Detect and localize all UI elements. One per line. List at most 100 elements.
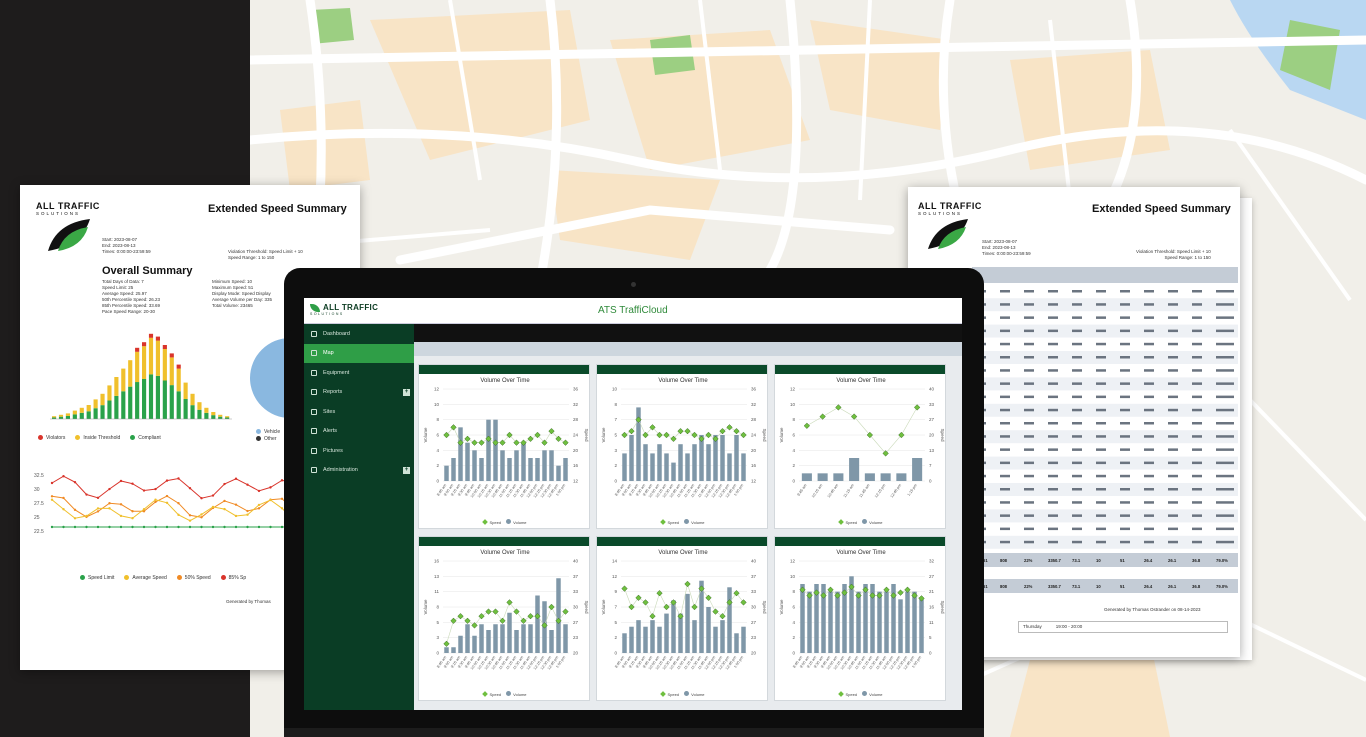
sidebar-item-pictures[interactable]: Pictures [304,441,414,461]
speed-point [740,599,747,606]
x-tick-label: 11:15 am [843,483,855,498]
expand-plus-icon[interactable]: + [403,466,410,474]
sidebar-nav: Dashboard Map Equipment Reports + Sites A… [304,324,414,710]
table-cell-text [1072,461,1082,465]
sidebar-item-equipment[interactable]: Equipment [304,363,414,383]
y2-tick-label: 27 [929,574,935,579]
trend-point [142,508,146,511]
x-tick-label: 1:15 pm [907,483,918,497]
table-cell-text [1072,356,1082,359]
table-cell-text [1096,527,1106,531]
table-cell-text [1192,514,1202,517]
table-cell-text [1192,303,1202,306]
threshold-bar [162,349,167,381]
speed-point [527,613,534,620]
volume-bar [535,595,540,653]
sidebar-item-dashboard[interactable]: Dashboard [304,324,414,344]
table-cell-text [1216,342,1234,346]
compliant-bar [93,408,98,419]
table-cell-text [1000,448,1010,451]
y-tick-label: 27.5 [34,501,44,507]
legend-label: Speed [489,692,502,697]
speed-distribution-chart [50,333,232,420]
y-tick-label: 7 [614,605,617,610]
y-tick-label: 6 [436,433,439,438]
table-cell-text [1168,408,1178,412]
trend-line [51,475,317,500]
app-logo[interactable]: ALL TRAFFIC SOLUTIONS [310,303,378,316]
table-cell-text [1120,356,1130,359]
summary-cell: 3350.7 [1048,558,1061,563]
trend-point [269,525,272,529]
y-tick-label: 8 [614,402,617,407]
trend-point [142,489,146,492]
speed-point [506,599,513,606]
y2-axis-label: Speed [762,600,767,614]
y2-tick-label: 28 [751,417,757,422]
volume-bar [896,473,907,481]
trend-point [246,513,249,516]
volume-bar [919,599,924,653]
trend-point [234,514,238,518]
trend-point [96,507,100,510]
table-cell-text [1096,488,1106,491]
trend-point [154,525,157,529]
trend-point [280,479,284,482]
table-cell-text [1096,448,1106,451]
table-cell-text [1168,356,1178,359]
trend-point [280,497,284,501]
volume-bar [720,620,725,653]
summary-cell: 36.8 [1192,558,1201,563]
y2-tick-label: 0 [929,479,932,484]
table-cell-text [1096,514,1106,517]
compliant-bar [176,391,181,419]
compliant-bar [72,414,77,419]
trend-point [50,525,54,529]
trend-point [119,479,123,483]
sidebar-item-reports[interactable]: Reports + [304,383,414,403]
table-cell-text [1048,514,1058,517]
speed-point [478,613,485,620]
volume-bar [692,444,697,481]
table-cell-text [1048,448,1058,451]
trend-point [257,489,261,493]
volume-bar [507,612,512,653]
sites-icon [311,408,317,415]
sidebar-item-map[interactable]: Map [304,343,414,363]
trend-point [200,525,203,529]
volume-bar [734,633,739,653]
sidebar-item-sites[interactable]: Sites [304,402,414,422]
table-cell-text [1024,329,1034,333]
volume-bar [479,458,484,481]
volume-bar [622,453,627,481]
volume-bar [713,626,718,653]
panel-header-bar [775,365,945,374]
trend-line [51,495,317,520]
report-dates: Start: 2023-08-07 End: 2023-08-13 Times: 0… [982,239,1031,257]
y-tick-label: 13 [434,574,440,579]
speed-point [628,603,635,611]
volume-bar [500,624,505,653]
volume-bar [863,584,868,653]
threshold-bar [169,357,174,386]
expand-plus-icon[interactable]: + [403,388,410,396]
speed-point [520,617,527,624]
sidebar-item-alerts[interactable]: Alerts [304,422,414,442]
table-cell-text [1048,488,1058,491]
speed-summary-table: 2346180822%3350.773.1105126.426.136.879.… [972,267,1238,593]
y2-tick-label: 40 [929,387,935,392]
trend-point [188,487,192,490]
summary-cell: 73.1 [1072,584,1081,589]
volume-bar [849,458,860,481]
brand-leaf-icon [928,219,968,249]
y-tick-label: 8 [792,589,795,594]
table-cell-text [1216,395,1234,399]
sidebar-item-administration[interactable]: Administration + [304,461,414,481]
y2-tick-label: 32 [929,559,935,564]
volume-bar [828,591,833,653]
speed-legend-icon [482,519,489,525]
volume-bar [898,599,903,653]
y-tick-label: 4 [792,620,795,625]
y-tick-label: 32.5 [34,473,44,479]
table-cell-text [1216,303,1234,306]
